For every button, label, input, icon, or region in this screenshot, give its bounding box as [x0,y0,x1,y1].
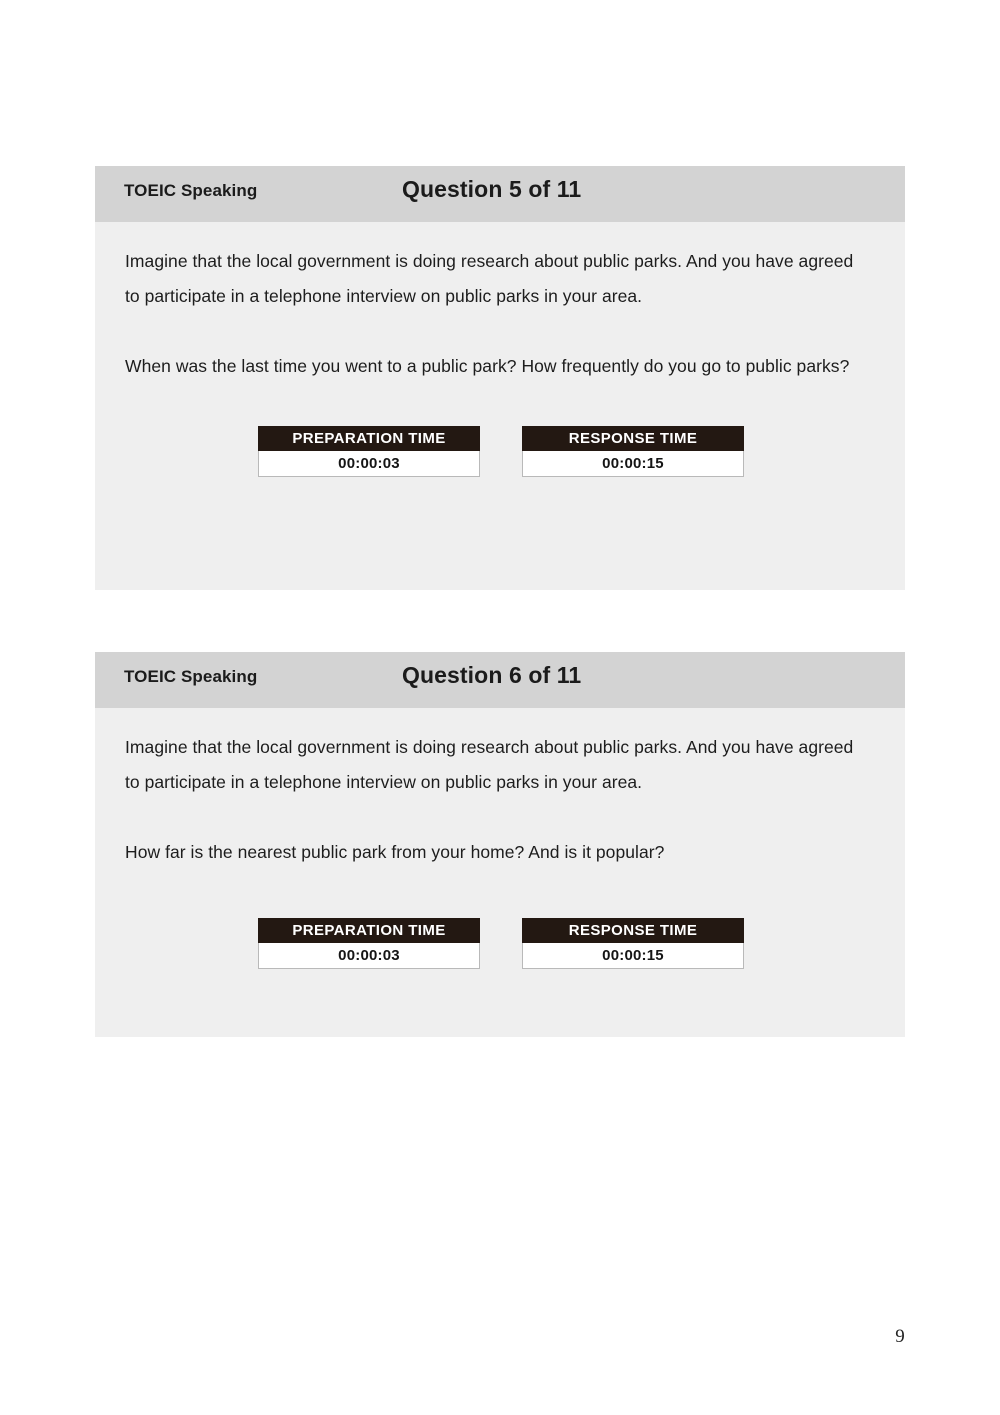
prompt-intro-text: Imagine that the local government is doi… [125,251,854,306]
preparation-timer: PREPARATION TIME 00:00:03 [258,426,480,477]
preparation-timer-value: 00:00:03 [259,451,479,476]
response-timer: RESPONSE TIME 00:00:15 [522,426,744,477]
response-timer: RESPONSE TIME 00:00:15 [522,918,744,969]
question-panel: TOEIC Speaking Question 6 of 11 Imagine … [95,652,905,1037]
prompt-question-text: When was the last time you went to a pub… [125,356,850,376]
prompt-question-text: How far is the nearest public park from … [125,842,665,862]
panel-header: TOEIC Speaking Question 6 of 11 [95,652,905,708]
response-timer-label: RESPONSE TIME [522,918,744,943]
question-panel: TOEIC Speaking Question 5 of 11 Imagine … [95,166,905,590]
response-timer-label: RESPONSE TIME [522,426,744,451]
panel-header: TOEIC Speaking Question 5 of 11 [95,166,905,222]
preparation-timer: PREPARATION TIME 00:00:03 [258,918,480,969]
panel-body: Imagine that the local government is doi… [95,708,905,969]
panel-body: Imagine that the local government is doi… [95,222,905,477]
brand-label: TOEIC Speaking [124,181,258,200]
preparation-timer-label: PREPARATION TIME [258,918,480,943]
brand-label: TOEIC Speaking [124,667,258,686]
prompt-intro-text: Imagine that the local government is doi… [125,737,854,792]
preparation-timer-value: 00:00:03 [259,943,479,968]
timer-row: PREPARATION TIME 00:00:03 RESPONSE TIME … [258,384,875,477]
response-timer-value: 00:00:15 [523,943,743,968]
page-title: Question 6 of 11 [402,662,582,688]
document-page: TOEIC Speaking Question 5 of 11 Imagine … [0,0,1000,1415]
timer-row: PREPARATION TIME 00:00:03 RESPONSE TIME … [258,870,875,969]
page-title: Question 5 of 11 [402,176,582,202]
preparation-timer-label: PREPARATION TIME [258,426,480,451]
page-number: 9 [895,1326,905,1347]
response-timer-value: 00:00:15 [523,451,743,476]
